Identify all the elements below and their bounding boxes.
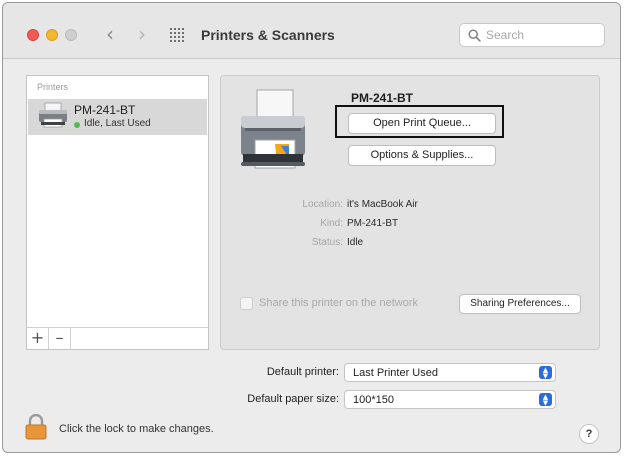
share-printer-label: Share this printer on the network [259,297,418,309]
forward-button[interactable]: › [134,23,150,45]
printer-list-item-status: Idle, Last Used [84,118,151,129]
help-button[interactable]: ? [579,424,599,444]
printer-large-icon [241,89,305,169]
status-label: Status: [311,237,343,248]
search-field[interactable] [459,23,605,47]
preferences-window: ‹ › Printers & Scanners Printers [2,2,621,453]
location-row: Location: it's MacBook Air [221,199,601,213]
close-window-button[interactable] [27,29,39,41]
lock-icon[interactable] [25,414,47,440]
default-paper-size-select[interactable]: 100*150 ▲ ▼ [344,390,556,409]
location-label: Location: [302,199,343,210]
printer-list: Printers PM-241-BT Idle, Last Used + – [26,75,209,350]
search-icon [468,29,481,42]
search-input[interactable] [486,27,598,43]
sharing-preferences-button[interactable]: Sharing Preferences... [459,294,581,314]
status-value: Idle [347,237,364,248]
title-bar: ‹ › Printers & Scanners [3,3,620,59]
select-arrows-icon: ▲ ▼ [539,393,552,407]
printer-list-item-name: PM-241-BT [74,103,136,117]
status-row: Status: Idle [221,237,601,251]
default-printer-label: Default printer: [266,366,339,378]
kind-value: PM-241-BT [347,218,399,229]
share-printer-checkbox[interactable] [240,297,253,310]
status-dot-icon [74,122,80,128]
window-title: Printers & Scanners [201,27,335,43]
printer-detail-panel: PM-241-BT Open Print Queue... Options & … [220,75,600,350]
default-paper-size-label: Default paper size: [247,393,339,405]
zoom-window-button[interactable] [65,29,77,41]
printer-list-footer: + – [27,327,208,349]
add-printer-button[interactable]: + [27,328,49,349]
minimize-window-button[interactable] [46,29,58,41]
open-print-queue-button[interactable]: Open Print Queue... [348,113,496,134]
select-arrows-icon: ▲ ▼ [539,366,552,380]
kind-row: Kind: PM-241-BT [221,218,601,232]
default-printer-select[interactable]: Last Printer Used ▲ ▼ [344,363,556,382]
lock-message: Click the lock to make changes. [59,423,214,435]
printer-name: PM-241-BT [351,91,414,105]
default-printer-value: Last Printer Used [353,367,438,379]
options-and-supplies-button[interactable]: Options & Supplies... [348,145,496,166]
back-button[interactable]: ‹ [102,23,118,45]
printer-list-header: Printers [37,82,69,92]
kind-label: Kind: [320,218,343,229]
show-all-grid-icon[interactable] [170,28,184,42]
printer-list-item[interactable]: PM-241-BT Idle, Last Used [28,99,207,135]
location-value: it's MacBook Air [347,199,418,210]
default-paper-size-value: 100*150 [353,394,394,406]
remove-printer-button[interactable]: – [49,328,71,349]
printer-icon [39,102,67,128]
